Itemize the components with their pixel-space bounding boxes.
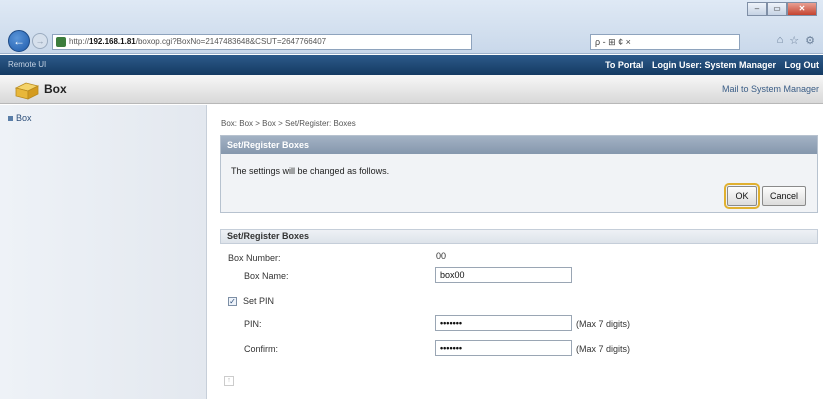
box-name-field[interactable]: box00 [435, 267, 572, 283]
pin-field[interactable]: ••••••• [435, 315, 572, 331]
back-arrow-icon[interactable]: ← [8, 30, 30, 52]
close-window-button[interactable]: ✕ [787, 2, 817, 16]
address-controls[interactable]: ρ - ⊞ ¢ × [590, 34, 740, 50]
box-number-value: 00 [436, 251, 447, 261]
confirm-message: The settings will be changed as follows. [231, 166, 390, 176]
settings-panel-title: Set/Register Boxes [220, 229, 818, 244]
page-title: Box [44, 82, 67, 96]
to-portal-link[interactable]: To Portal [605, 60, 643, 70]
set-pin-row: ✓ Set PIN [228, 296, 275, 307]
browser-chrome: – ▭ ✕ ← → http://192.168.1.81/boxop.cgi?… [0, 0, 823, 54]
sidebar-item-label: Box [16, 113, 32, 123]
confirm-pin-label: Confirm: [244, 344, 279, 354]
cancel-button[interactable]: Cancel [762, 186, 806, 206]
box-number-label: Box Number: [228, 253, 281, 263]
bullet-icon [8, 116, 13, 122]
device-label: Remote UI [8, 60, 47, 69]
login-user-label: Login User: System Manager [651, 60, 776, 70]
confirm-panel-title: Set/Register Boxes [221, 136, 817, 154]
mail-to-system-manager-link[interactable]: Mail to System Manager [722, 84, 819, 94]
pin-label: PIN: [244, 319, 262, 329]
pin-hint: (Max 7 digits) [576, 319, 631, 329]
site-icon [56, 37, 66, 47]
confirm-pin-field[interactable]: ••••••• [435, 340, 572, 356]
address-host: 192.168.1.81 [89, 37, 136, 46]
address-prefix: http:// [69, 37, 90, 46]
box-folder-icon [14, 82, 40, 100]
page-title-bar: Box Mail to System Manager [0, 75, 823, 104]
breadcrumb: Box: Box > Box > Set/Register: Boxes [221, 119, 356, 128]
address-path: /boxop.cgi?BoxNo=2147483648&CSUT=2647766… [135, 37, 327, 46]
browser-toolbar: ⌂ ☆ ⚙ [777, 34, 815, 47]
settings-gear-icon[interactable]: ⚙ [805, 34, 815, 47]
ok-button[interactable]: OK [724, 183, 760, 209]
settings-panel: Set/Register Boxes Box Number: 00 Box Na… [220, 229, 818, 369]
box-name-label: Box Name: [244, 271, 289, 281]
minimize-button[interactable]: – [747, 2, 767, 16]
maximize-button[interactable]: ▭ [767, 2, 787, 16]
window-controls: – ▭ ✕ [747, 2, 817, 16]
set-pin-label: Set PIN [243, 296, 275, 306]
address-bar[interactable]: http://192.168.1.81/boxop.cgi?BoxNo=2147… [52, 34, 472, 50]
page-top-icon[interactable]: ↑ [224, 376, 234, 386]
top-bar-links: To Portal Login User: System Manager Log… [599, 60, 819, 70]
top-bar: Remote UI To Portal Login User: System M… [0, 55, 823, 75]
set-pin-checkbox[interactable]: ✓ [228, 297, 237, 307]
logout-link[interactable]: Log Out [785, 60, 820, 70]
home-icon[interactable]: ⌂ [777, 34, 784, 47]
forward-arrow-icon[interactable]: → [32, 33, 48, 49]
confirm-pin-hint: (Max 7 digits) [576, 344, 631, 354]
sidebar: Box [0, 105, 207, 399]
confirm-panel: Set/Register Boxes The settings will be … [220, 135, 818, 213]
sidebar-item-box[interactable]: Box [8, 113, 32, 123]
favorites-star-icon[interactable]: ☆ [789, 34, 799, 47]
